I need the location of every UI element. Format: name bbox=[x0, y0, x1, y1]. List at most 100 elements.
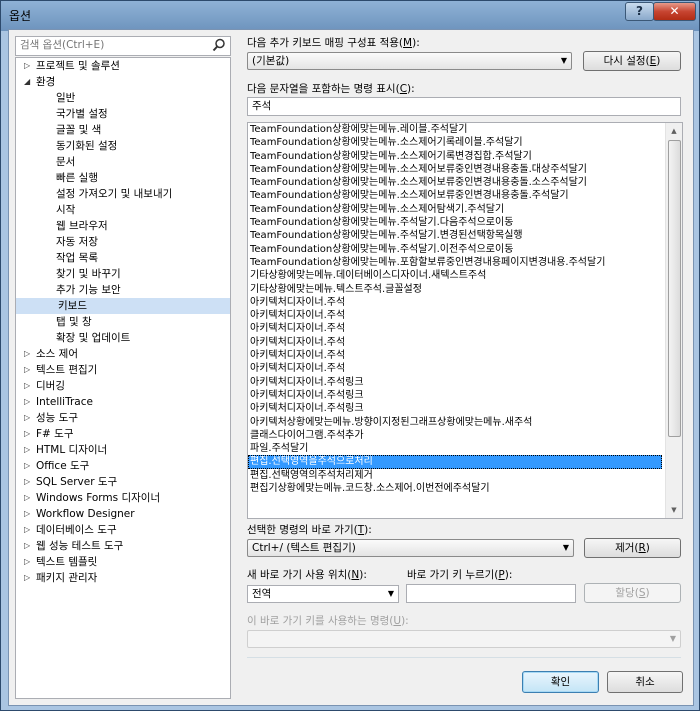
tree-item[interactable]: ▷ 데이터베이스 도구 bbox=[16, 522, 230, 538]
command-list-item[interactable]: TeamFoundation상황에맞는메뉴.주석달기.다음주석으로이동 bbox=[248, 216, 662, 229]
tree-item[interactable]: 추가 기능 보안 bbox=[16, 282, 230, 298]
expand-arrow-icon[interactable]: ▷ bbox=[24, 58, 34, 74]
tree-item[interactable]: ▷ 프로젝트 및 솔루션 bbox=[16, 58, 230, 74]
tree-item[interactable]: 확장 및 업데이트 bbox=[16, 330, 230, 346]
expand-arrow-icon[interactable]: ▷ bbox=[24, 394, 34, 410]
command-list-item[interactable]: 편집.선택영역을주석으로처리 bbox=[248, 455, 662, 469]
command-list-item[interactable]: TeamFoundation상황에맞는메뉴.소스제어탐색기.주석달기 bbox=[248, 203, 662, 216]
tree-item[interactable]: ▷ 성능 도구 bbox=[16, 410, 230, 426]
shortcut-scope-select[interactable]: 전역 ▼ bbox=[247, 585, 399, 603]
tree-item[interactable]: ▷ Office 도구 bbox=[16, 458, 230, 474]
scroll-up-icon[interactable]: ▲ bbox=[666, 123, 682, 139]
search-icon[interactable] bbox=[212, 38, 226, 52]
command-list-item[interactable]: 아키텍처상황에맞는메뉴.방향이지정된그래프상황에맞는메뉴.새주석 bbox=[248, 416, 662, 429]
command-list-item[interactable]: 아키텍처디자이너.주석 bbox=[248, 349, 662, 362]
close-button[interactable]: ✕ bbox=[653, 2, 696, 21]
command-list-item[interactable]: TeamFoundation상황에맞는메뉴.포함할보류중인변경내용페이지변경내용… bbox=[248, 256, 662, 269]
used-by-select[interactable]: ▼ bbox=[247, 630, 681, 648]
expand-arrow-icon[interactable]: ▷ bbox=[24, 538, 34, 554]
command-list-item[interactable]: 아키텍처디자이너.주석 bbox=[248, 362, 662, 375]
tree-item[interactable]: 키보드 bbox=[16, 298, 230, 314]
tree-item[interactable]: 설정 가져오기 및 내보내기 bbox=[16, 186, 230, 202]
command-list-item[interactable]: 아키텍처디자이너.주석 bbox=[248, 322, 662, 335]
remove-button[interactable]: 제거(R) bbox=[584, 538, 681, 558]
command-list-item[interactable]: 클래스다이어그램.주석추가 bbox=[248, 429, 662, 442]
tree-item[interactable]: ▷ Workflow Designer bbox=[16, 506, 230, 522]
scroll-down-icon[interactable]: ▼ bbox=[666, 502, 682, 518]
tree-item[interactable]: 시작 bbox=[16, 202, 230, 218]
tree-item[interactable]: ▷ HTML 디자이너 bbox=[16, 442, 230, 458]
expand-arrow-icon[interactable]: ▷ bbox=[24, 522, 34, 538]
expand-arrow-icon[interactable]: ▷ bbox=[24, 362, 34, 378]
ok-button[interactable]: 확인 bbox=[522, 671, 599, 693]
current-shortcuts-select[interactable]: Ctrl+/ (텍스트 편집기) ▼ bbox=[247, 539, 574, 557]
command-list-item[interactable]: 편집.선택영역의주석처리제거 bbox=[248, 469, 662, 482]
expand-arrow-icon[interactable]: ▷ bbox=[24, 458, 34, 474]
tree-item[interactable]: 국가별 설정 bbox=[16, 106, 230, 122]
cancel-button[interactable]: 취소 bbox=[607, 671, 683, 693]
expand-arrow-icon[interactable]: ▷ bbox=[24, 346, 34, 362]
expand-arrow-icon[interactable]: ▷ bbox=[24, 554, 34, 570]
tree-item[interactable]: ▷ IntelliTrace bbox=[16, 394, 230, 410]
tree-item[interactable]: ▷ 소스 제어 bbox=[16, 346, 230, 362]
tree-item[interactable]: 글꼴 및 색 bbox=[16, 122, 230, 138]
tree-item[interactable]: 웹 브라우저 bbox=[16, 218, 230, 234]
tree-item[interactable]: 탭 및 창 bbox=[16, 314, 230, 330]
scroll-thumb[interactable] bbox=[668, 140, 681, 437]
assign-button[interactable]: 할당(S) bbox=[584, 583, 681, 603]
command-list-item[interactable]: 아키텍처디자이너.주석 bbox=[248, 309, 662, 322]
expand-arrow-icon[interactable]: ▷ bbox=[24, 570, 34, 586]
tree-item[interactable]: ▷ SQL Server 도구 bbox=[16, 474, 230, 490]
command-list-item[interactable]: TeamFoundation상황에맞는메뉴.레이블.주석달기 bbox=[248, 123, 662, 136]
command-list-item[interactable]: TeamFoundation상황에맞는메뉴.소스제어보류중인변경내용충돌.주석달… bbox=[248, 189, 662, 202]
press-keys-input[interactable] bbox=[406, 584, 576, 603]
command-list-item[interactable]: TeamFoundation상황에맞는메뉴.주석달기.변경된선택항목실행 bbox=[248, 229, 662, 242]
tree-item[interactable]: 작업 목록 bbox=[16, 250, 230, 266]
command-list-item[interactable]: 아키텍처디자이너.주석 bbox=[248, 336, 662, 349]
command-list[interactable]: TeamFoundation상황에맞는메뉴.레이블.주석달기 TeamFounda… bbox=[247, 122, 683, 519]
command-list-item[interactable]: 아키텍처디자이너.주석 bbox=[248, 296, 662, 309]
tree-item[interactable]: 문서 bbox=[16, 154, 230, 170]
command-list-item[interactable]: 아키텍처디자이너.주석링크 bbox=[248, 402, 662, 415]
command-list-item[interactable]: TeamFoundation상황에맞는메뉴.소스제어보류중인변경내용충돌.소스주… bbox=[248, 176, 662, 189]
command-list-item[interactable]: 아키텍처디자이너.주석링크 bbox=[248, 389, 662, 402]
collapse-arrow-icon[interactable]: ◢ bbox=[24, 74, 34, 90]
expand-arrow-icon[interactable]: ▷ bbox=[24, 490, 34, 506]
press-keys-label: 바로 가기 키 누르기(P): bbox=[407, 569, 513, 581]
expand-arrow-icon[interactable]: ▷ bbox=[24, 426, 34, 442]
command-list-item[interactable]: TeamFoundation상황에맞는메뉴.주석달기.이전주석으로이동 bbox=[248, 243, 662, 256]
command-filter-input[interactable]: 주석 bbox=[247, 97, 681, 116]
command-list-item[interactable]: 파일.주석달기 bbox=[248, 442, 662, 455]
expand-arrow-icon[interactable]: ▷ bbox=[24, 474, 34, 490]
command-list-item[interactable]: 기타상황에맞는메뉴.데이터베이스디자이너.새텍스트주석 bbox=[248, 269, 662, 282]
expand-arrow-icon[interactable]: ▷ bbox=[24, 378, 34, 394]
command-list-item[interactable]: TeamFoundation상황에맞는메뉴.소스제어기록변경집합.주석달기 bbox=[248, 150, 662, 163]
tree-item[interactable]: ▷ 웹 성능 테스트 도구 bbox=[16, 538, 230, 554]
command-list-item[interactable]: 기타상황에맞는메뉴.텍스트주석.글꼴설정 bbox=[248, 283, 662, 296]
help-button[interactable]: ? bbox=[625, 2, 654, 21]
search-input[interactable] bbox=[16, 37, 210, 53]
tree-item[interactable]: ▷ 텍스트 편집기 bbox=[16, 362, 230, 378]
mapping-scheme-select[interactable]: (기본값) ▼ bbox=[247, 52, 572, 70]
tree-item[interactable]: 일반 bbox=[16, 90, 230, 106]
command-list-item[interactable]: TeamFoundation상황에맞는메뉴.소스제어보류중인변경내용충돌.대상주… bbox=[248, 163, 662, 176]
command-list-item[interactable]: 아키텍처디자이너.주석링크 bbox=[248, 376, 662, 389]
command-list-item[interactable]: 편집기상황에맞는메뉴.코드창.소스제어.이번전에주석달기 bbox=[248, 482, 662, 495]
tree-item[interactable]: ◢ 환경 bbox=[16, 74, 230, 90]
tree-item[interactable]: 자동 저장 bbox=[16, 234, 230, 250]
tree-item[interactable]: 동기화된 설정 bbox=[16, 138, 230, 154]
command-list-scrollbar[interactable]: ▲ ▼ bbox=[665, 123, 682, 518]
tree-item[interactable]: ▷ F# 도구 bbox=[16, 426, 230, 442]
tree-item-label: 패키지 관리자 bbox=[36, 572, 98, 584]
expand-arrow-icon[interactable]: ▷ bbox=[24, 506, 34, 522]
tree-item[interactable]: ▷ 텍스트 템플릿 bbox=[16, 554, 230, 570]
expand-arrow-icon[interactable]: ▷ bbox=[24, 410, 34, 426]
command-list-item[interactable]: TeamFoundation상황에맞는메뉴.소스제어기록레이블.주석달기 bbox=[248, 136, 662, 149]
expand-arrow-icon[interactable]: ▷ bbox=[24, 442, 34, 458]
reset-button[interactable]: 다시 설정(E) bbox=[583, 51, 681, 71]
tree-item[interactable]: ▷ Windows Forms 디자이너 bbox=[16, 490, 230, 506]
tree-item[interactable]: 빠른 실행 bbox=[16, 170, 230, 186]
tree-item[interactable]: 찾기 및 바꾸기 bbox=[16, 266, 230, 282]
tree-item[interactable]: ▷ 패키지 관리자 bbox=[16, 570, 230, 586]
tree-item[interactable]: ▷ 디버깅 bbox=[16, 378, 230, 394]
